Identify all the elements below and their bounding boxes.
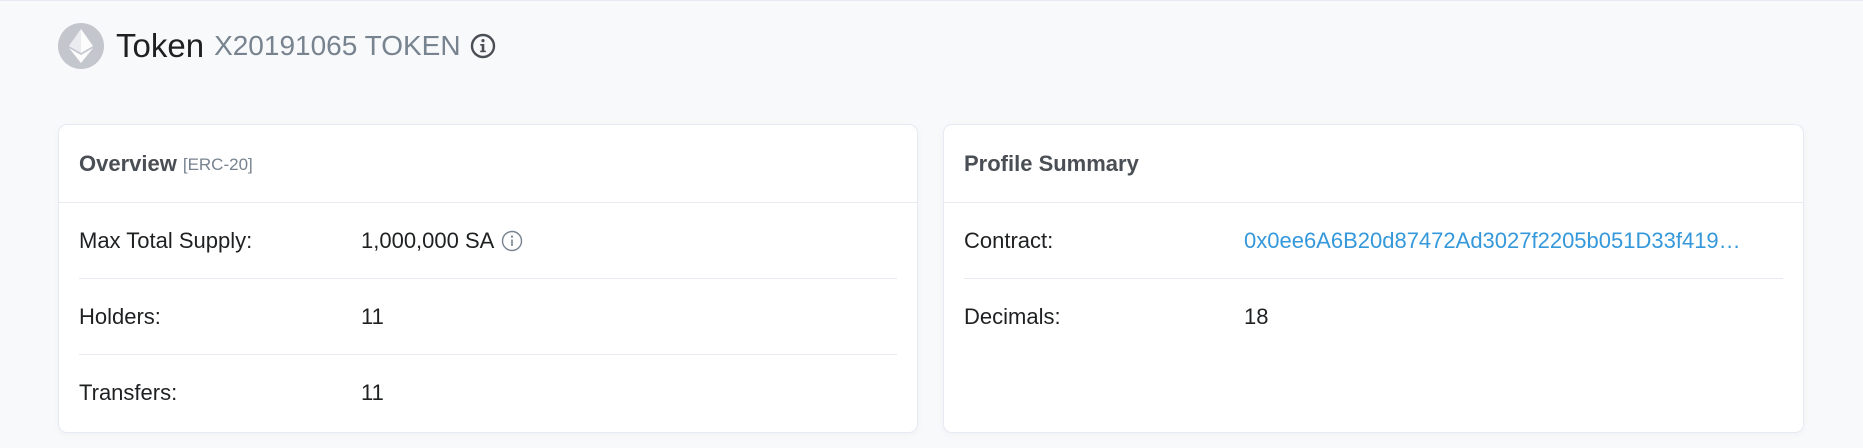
profile-title: Profile Summary: [964, 150, 1139, 176]
token-standard-tag: [ERC-20]: [182, 155, 253, 174]
decimals-row: Decimals: 18: [964, 279, 1783, 355]
max-supply-row: Max Total Supply: 1,000,000 SA: [79, 203, 897, 279]
page-header: Token X20191065 TOKEN: [58, 23, 497, 69]
info-circle-icon[interactable]: [500, 229, 524, 253]
top-divider: [0, 0, 1863, 1]
max-supply-value: 1,000,000 SA: [361, 228, 524, 254]
transfers-value: 11: [361, 380, 384, 405]
contract-label: Contract:: [964, 227, 1054, 253]
profile-summary-card: Profile Summary Contract: 0x0ee6A6B20d87…: [943, 124, 1804, 433]
contract-address-link[interactable]: 0x0ee6A6B20d87472Ad3027f2205b051D33f419…: [1244, 228, 1741, 254]
ethereum-icon: [58, 23, 104, 69]
holders-row: Holders: 11: [79, 279, 897, 355]
transfers-label: Transfers:: [79, 380, 178, 405]
profile-card-header: Profile Summary: [944, 125, 1803, 203]
decimals-value: 18: [1244, 304, 1269, 329]
token-name: X20191065 TOKEN: [214, 30, 461, 61]
contract-row: Contract: 0x0ee6A6B20d87472Ad3027f2205b0…: [964, 203, 1783, 279]
overview-card-header: Overview [ERC-20]: [59, 125, 917, 203]
page-title: Token: [116, 27, 205, 64]
max-supply-amount: 1,000,000 SA: [361, 227, 495, 253]
decimals-label: Decimals:: [964, 304, 1061, 329]
holders-value: 11: [361, 303, 384, 329]
transfers-row: Transfers: 11: [79, 355, 897, 431]
max-supply-label: Max Total Supply:: [79, 227, 253, 253]
overview-title: Overview: [79, 150, 177, 176]
info-circle-icon[interactable]: [469, 32, 497, 60]
overview-card: Overview [ERC-20] Max Total Supply: 1,00…: [58, 124, 918, 433]
holders-label: Holders:: [79, 303, 161, 329]
